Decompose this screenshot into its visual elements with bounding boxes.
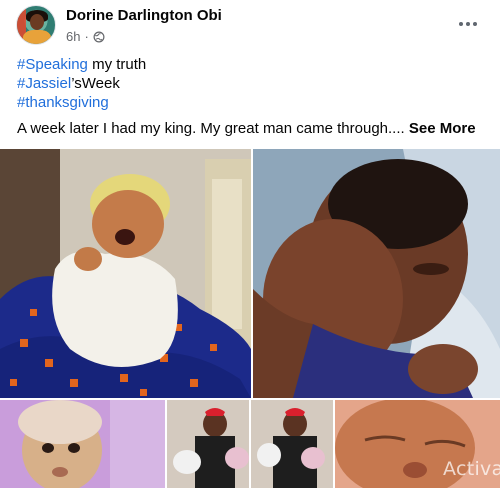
avatar-dress: [23, 30, 51, 44]
author-name[interactable]: Dorine Darlington Obi: [66, 7, 222, 24]
more-options-button[interactable]: [454, 10, 482, 38]
post-hashtag-lines: #Speaking my truth #Jassiel’sWeek #thank…: [17, 55, 146, 112]
hashtag-thanksgiving[interactable]: #thanksgiving: [17, 94, 109, 111]
hashtag-line-2: #Jassiel’sWeek: [17, 74, 146, 93]
see-more-link[interactable]: See More: [409, 120, 476, 137]
post-meta: 6h ·: [66, 29, 105, 44]
hashtag-line-3: #thanksgiving: [17, 93, 146, 112]
photo-newborn-yawning[interactable]: [0, 149, 251, 398]
post-body-text: A week later I had my king. My great man…: [17, 120, 409, 137]
photo-mother-with-twins[interactable]: [167, 400, 333, 488]
post-timestamp[interactable]: 6h: [66, 29, 80, 44]
hashtag-speaking[interactable]: #Speaking: [17, 56, 88, 73]
globe-icon[interactable]: [93, 31, 105, 43]
post-body: A week later I had my king. My great man…: [17, 120, 476, 137]
more-dot: [466, 22, 470, 26]
hashtag-line-2-text: ’sWeek: [71, 75, 120, 92]
hashtag-line-1-text: my truth: [87, 56, 147, 73]
feed-post: Dorine Darlington Obi 6h · #Speaking my …: [0, 0, 500, 488]
author-avatar[interactable]: [16, 5, 56, 45]
photo-baby-face[interactable]: [0, 400, 165, 488]
photo-baby-sleeping[interactable]: [253, 149, 500, 398]
meta-separator: ·: [84, 29, 89, 44]
hashtag-line-1: #Speaking my truth: [17, 55, 146, 74]
hashtag-jassiel[interactable]: #Jassiel: [17, 75, 71, 92]
more-horizontal-icon: [459, 22, 463, 26]
more-dot: [473, 22, 477, 26]
activation-watermark: Activat: [443, 458, 500, 480]
avatar-face: [30, 14, 44, 30]
